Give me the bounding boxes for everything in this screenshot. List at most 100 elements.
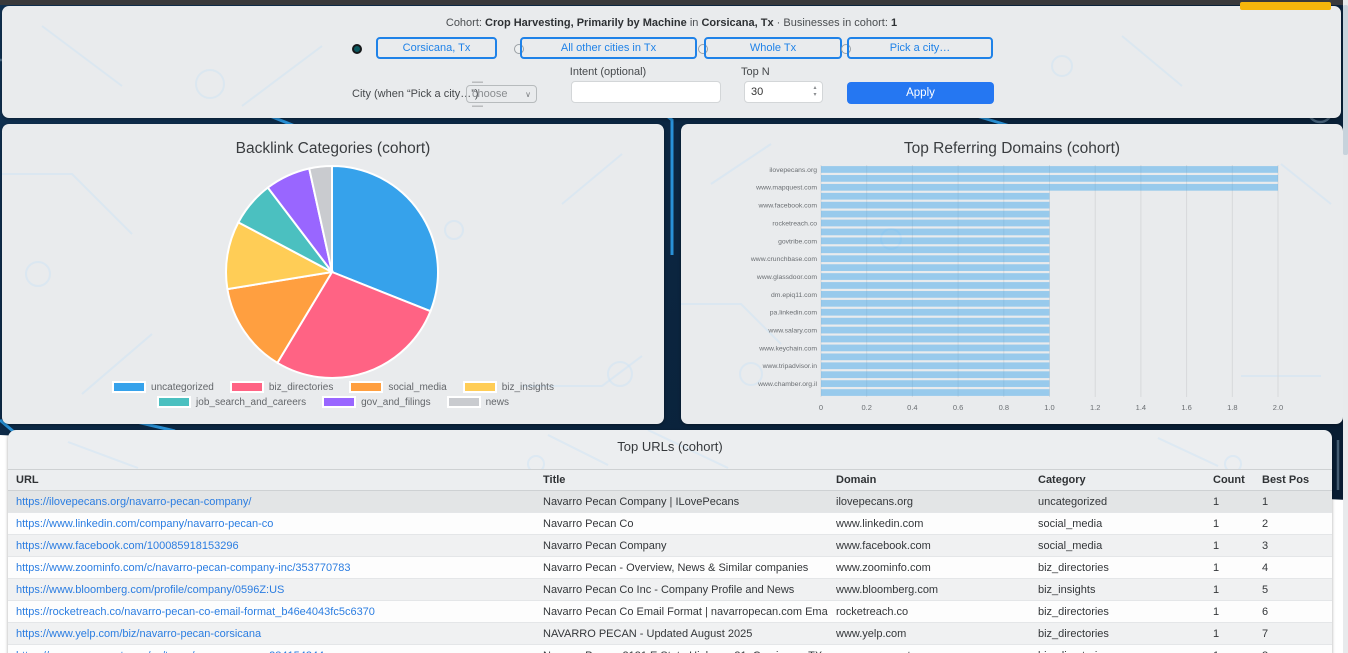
domain-cell: ilovepecans.org — [828, 491, 1030, 513]
legend-item-gov_and_filings[interactable]: gov_and_filings — [322, 396, 431, 408]
category-cell: biz_directories — [1030, 623, 1205, 645]
title-cell: NAVARRO PECAN - Updated August 2025 — [535, 623, 828, 645]
count-cell: 1 — [1205, 623, 1254, 645]
svg-text:0.6: 0.6 — [953, 403, 963, 412]
count-cell: 1 — [1205, 645, 1254, 653]
scope-button-whole-tx[interactable]: Whole Tx — [704, 37, 842, 59]
legend-label: job_search_and_careers — [196, 397, 306, 408]
svg-text:1.8: 1.8 — [1227, 403, 1237, 412]
bar — [821, 336, 1050, 343]
count-cell: 1 — [1205, 491, 1254, 513]
bar — [821, 193, 1050, 200]
url-link[interactable]: https://www.facebook.com/100085918153296 — [16, 540, 239, 552]
scope-button-corsicana[interactable]: Corsicana, Tx — [376, 37, 497, 59]
bar — [821, 345, 1050, 352]
bar-tick-label: www.facebook.com — [757, 203, 817, 210]
count-cell: 1 — [1205, 535, 1254, 557]
legend-item-biz_insights[interactable]: biz_insights — [463, 381, 554, 393]
svg-text:0.2: 0.2 — [861, 403, 871, 412]
count-cell: 1 — [1205, 513, 1254, 535]
best-pos-cell: 2 — [1254, 513, 1332, 535]
table-row[interactable]: https://www.facebook.com/100085918153296… — [8, 535, 1332, 557]
title-cell: Navarro Pecan - Overview, News & Similar… — [535, 557, 828, 579]
table-row[interactable]: https://www.bloomberg.com/profile/compan… — [8, 579, 1332, 601]
scope-radio-corsicana[interactable] — [352, 44, 362, 54]
column-header-domain: Domain — [828, 470, 1030, 491]
url-cell: https://www.yelp.com/biz/navarro-pecan-c… — [8, 623, 535, 645]
table-header-row: URLTitleDomainCategoryCountBest Pos — [8, 470, 1332, 491]
category-cell: social_media — [1030, 535, 1205, 557]
scope-button-other-cities[interactable]: All other cities in Tx — [520, 37, 697, 59]
pie-legend: uncategorized biz_directories social_media… — [2, 381, 664, 408]
bar — [821, 380, 1050, 387]
table-row[interactable]: https://ilovepecans.org/navarro-pecan-co… — [8, 491, 1332, 513]
column-header-best-pos: Best Pos — [1254, 470, 1332, 491]
category-cell: biz_directories — [1030, 557, 1205, 579]
cohort-suffix: · Businesses in cohort: — [777, 17, 888, 29]
title-cell: Navarro Pecan Co Email Format | navarrop… — [535, 601, 828, 623]
table-row[interactable]: https://rocketreach.co/navarro-pecan-co-… — [8, 601, 1332, 623]
bar — [821, 184, 1278, 191]
column-header-title: Title — [535, 470, 828, 491]
legend-label: gov_and_filings — [361, 397, 431, 408]
url-link[interactable]: https://www.mapquest.com/us/texas/navarr… — [16, 650, 324, 653]
url-link[interactable]: https://ilovepecans.org/navarro-pecan-co… — [16, 496, 251, 508]
url-link[interactable]: https://www.linkedin.com/company/navarro… — [16, 518, 273, 530]
partial-yellow-button[interactable] — [1240, 2, 1331, 10]
bar-tick-label: pa.linkedin.com — [770, 310, 818, 317]
legend-label: news — [486, 397, 509, 408]
domain-cell: www.bloomberg.com — [828, 579, 1030, 601]
scrollbar[interactable] — [1343, 0, 1348, 653]
category-cell: biz_directories — [1030, 601, 1205, 623]
topn-input[interactable] — [744, 81, 823, 103]
legend-item-biz_directories[interactable]: biz_directories — [230, 381, 333, 393]
legend-swatch — [447, 396, 481, 408]
url-link[interactable]: https://www.zoominfo.com/c/navarro-pecan… — [16, 562, 350, 574]
chevron-down-icon: ∨ — [525, 90, 531, 99]
legend-item-social_media[interactable]: social_media — [349, 381, 446, 393]
url-link[interactable]: https://www.bloomberg.com/profile/compan… — [16, 584, 284, 596]
bar-tick-label: www.crunchbase.com — [750, 256, 817, 263]
filter-panel: Cohort: Crop Harvesting, Primarily by Ma… — [2, 6, 1341, 118]
pie-slice-news — [309, 166, 332, 272]
svg-text:0: 0 — [819, 403, 823, 412]
bar-tick-label: rocketreach.co — [772, 220, 817, 227]
city-select[interactable]: — choose — ∨ — [466, 85, 537, 103]
bar-tick-label: www.tripadvisor.in — [762, 363, 818, 370]
cohort-prefix: Cohort: — [446, 17, 482, 29]
bar — [821, 309, 1050, 316]
legend-item-uncategorized[interactable]: uncategorized — [112, 381, 214, 393]
svg-text:1.0: 1.0 — [1044, 403, 1054, 412]
stepper-down-icon[interactable]: ▾ — [810, 93, 820, 98]
category-cell: social_media — [1030, 513, 1205, 535]
scope-button-pick-city[interactable]: Pick a city… — [847, 37, 993, 59]
scrollbar-thumb[interactable] — [1343, 5, 1348, 155]
legend-label: biz_directories — [269, 382, 333, 393]
table-row[interactable]: https://www.mapquest.com/us/texas/navarr… — [8, 645, 1332, 653]
best-pos-cell: 1 — [1254, 491, 1332, 513]
bar — [821, 202, 1050, 209]
legend-swatch — [157, 396, 191, 408]
legend-item-job_search_and_careers[interactable]: job_search_and_careers — [157, 396, 306, 408]
table-row[interactable]: https://www.yelp.com/biz/navarro-pecan-c… — [8, 623, 1332, 645]
referring-domains-card: Top Referring Domains (cohort) 00.20.40.… — [681, 124, 1343, 424]
url-link[interactable]: https://www.yelp.com/biz/navarro-pecan-c… — [16, 628, 261, 640]
url-link[interactable]: https://rocketreach.co/navarro-pecan-co-… — [16, 606, 375, 618]
url-cell: https://www.linkedin.com/company/navarro… — [8, 513, 535, 535]
bar-tick-label: ilovepecans.org — [769, 167, 817, 174]
count-cell: 1 — [1205, 579, 1254, 601]
stepper-up-icon[interactable]: ▴ — [810, 86, 820, 91]
legend-item-news[interactable]: news — [447, 396, 509, 408]
backlink-categories-card: Backlink Categories (cohort) uncategoriz… — [2, 124, 664, 424]
bar-tick-label: www.salary.com — [767, 327, 817, 334]
svg-text:1.2: 1.2 — [1090, 403, 1100, 412]
title-cell: Navarro Pecan, 2131 E State Highway 31, … — [535, 645, 828, 653]
table-row[interactable]: https://www.zoominfo.com/c/navarro-pecan… — [8, 557, 1332, 579]
bar-card-pattern — [681, 124, 1343, 424]
intent-input[interactable] — [571, 81, 721, 103]
domain-cell: rocketreach.co — [828, 601, 1030, 623]
table-row[interactable]: https://www.linkedin.com/company/navarro… — [8, 513, 1332, 535]
best-pos-cell: 4 — [1254, 557, 1332, 579]
pie-slice-biz_insights — [226, 222, 332, 289]
apply-button[interactable]: Apply — [847, 82, 994, 104]
